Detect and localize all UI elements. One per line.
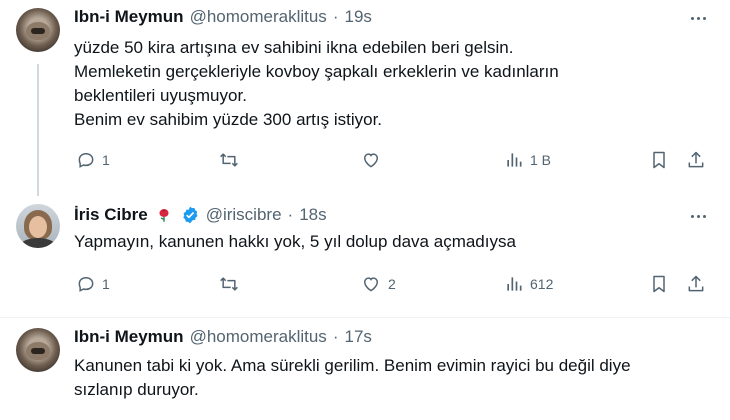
bookmark-button[interactable] bbox=[649, 148, 669, 172]
tweet[interactable]: İris Cibre @iriscibre · 18s Yapmayın, ka… bbox=[0, 196, 730, 318]
like-button[interactable]: 2 bbox=[360, 272, 396, 296]
bookmark-icon bbox=[653, 275, 665, 293]
bookmark-icon bbox=[653, 151, 665, 169]
analytics-icon bbox=[507, 277, 522, 291]
rose-emoji-icon bbox=[154, 206, 174, 224]
reply-icon bbox=[78, 276, 94, 292]
bookmark-button[interactable] bbox=[649, 272, 669, 296]
timestamp[interactable]: 17s bbox=[344, 327, 371, 347]
author-name[interactable]: İris Cibre bbox=[74, 205, 148, 225]
tweet-text-line: beklentileri uyuşmuyor. bbox=[74, 86, 247, 105]
view-count: 612 bbox=[530, 276, 554, 292]
share-icon bbox=[688, 151, 704, 168]
timestamp[interactable]: 19s bbox=[344, 7, 371, 27]
reply-count: 1 bbox=[102, 276, 110, 292]
separator-dot: · bbox=[332, 327, 339, 346]
view-count: 1 B bbox=[530, 152, 552, 168]
verified-badge-icon[interactable] bbox=[180, 205, 200, 225]
share-button[interactable] bbox=[686, 148, 706, 172]
avatar[interactable] bbox=[16, 8, 60, 52]
more-options-icon[interactable] bbox=[686, 8, 710, 28]
tweet-header: Ibn-i Meymun @homomeraklitus · 17s bbox=[74, 326, 372, 348]
author-handle[interactable]: @iriscibre bbox=[206, 205, 282, 225]
tweet-text-line: Memleketin gerçekleriyle kovboy şapkalı … bbox=[74, 62, 559, 81]
views-button[interactable]: 612 bbox=[504, 272, 553, 296]
share-icon bbox=[688, 275, 704, 292]
tweet-text-line: sızlanıp duruyor. bbox=[74, 380, 199, 399]
tweet-text: Yapmayın, kanunen hakkı yok, 5 yıl dolup… bbox=[74, 230, 704, 254]
tweet-text-line: yüzde 50 kira artışına ev sahibini ikna … bbox=[74, 38, 514, 57]
retweet-icon bbox=[220, 277, 238, 291]
reply-button[interactable]: 1 bbox=[76, 272, 110, 296]
tweet-text-line: Yapmayın, kanunen hakkı yok, 5 yıl dolup… bbox=[74, 232, 516, 251]
views-button[interactable]: 1 B bbox=[504, 148, 551, 172]
tweet-text: yüzde 50 kira artışına ev sahibini ikna … bbox=[74, 36, 704, 132]
tweet-text-line: Benim ev sahibim yüzde 300 artış istiyor… bbox=[74, 110, 383, 129]
more-options-icon[interactable] bbox=[686, 206, 710, 226]
tweet[interactable]: Ibn-i Meymun @homomeraklitus · 19s yüzde… bbox=[0, 0, 730, 196]
retweet-button[interactable] bbox=[218, 272, 240, 296]
author-handle[interactable]: @homomeraklitus bbox=[190, 7, 327, 27]
like-count: 2 bbox=[388, 276, 396, 292]
timestamp[interactable]: 18s bbox=[299, 205, 326, 225]
tweet-text: Kanunen tabi ki yok. Ama sürekli gerilim… bbox=[74, 354, 704, 402]
separator-dot: · bbox=[287, 205, 294, 224]
avatar[interactable] bbox=[16, 204, 60, 248]
retweet-icon bbox=[220, 153, 238, 167]
tweet-header: İris Cibre @iriscibre · 18s bbox=[74, 204, 327, 226]
reply-count: 1 bbox=[102, 152, 110, 168]
author-name[interactable]: Ibn-i Meymun bbox=[74, 327, 184, 347]
reply-button[interactable]: 1 bbox=[76, 148, 110, 172]
like-button[interactable] bbox=[360, 148, 382, 172]
author-handle[interactable]: @homomeraklitus bbox=[190, 327, 327, 347]
action-bar: 1 2 612 bbox=[74, 272, 714, 296]
avatar[interactable] bbox=[16, 328, 60, 372]
heart-icon bbox=[363, 277, 379, 292]
action-bar: 1 1 B bbox=[74, 148, 714, 172]
tweet-header: Ibn-i Meymun @homomeraklitus · 19s bbox=[74, 6, 372, 28]
tweet-text-line: Kanunen tabi ki yok. Ama sürekli gerilim… bbox=[74, 356, 631, 375]
heart-icon bbox=[363, 153, 379, 168]
separator-dot: · bbox=[332, 7, 339, 26]
reply-icon bbox=[78, 152, 94, 168]
tweet[interactable]: Ibn-i Meymun @homomeraklitus · 17s Kanun… bbox=[0, 318, 730, 420]
share-button[interactable] bbox=[686, 272, 706, 296]
retweet-button[interactable] bbox=[218, 148, 240, 172]
analytics-icon bbox=[507, 153, 522, 167]
author-name[interactable]: Ibn-i Meymun bbox=[74, 7, 184, 27]
